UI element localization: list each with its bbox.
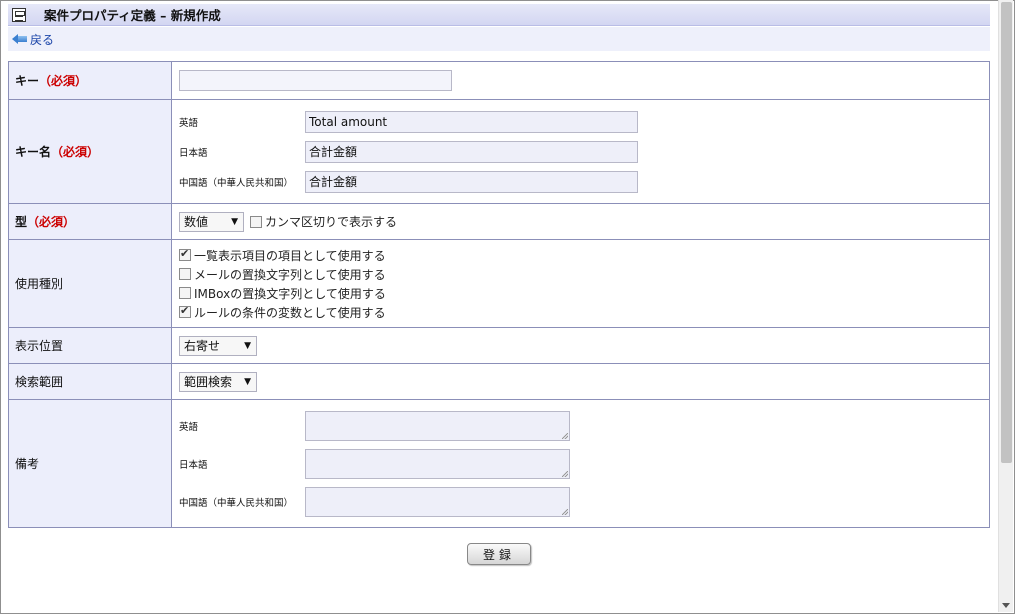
search-cell: 範囲検索 ▼	[171, 363, 990, 400]
position-label: 表示位置	[8, 327, 172, 364]
usage-option-label: ルールの条件の変数として使用する	[194, 305, 386, 320]
search-select-value: 範囲検索	[184, 375, 233, 389]
notes-row-ja: 日本語	[179, 445, 989, 483]
required-mark: （必須）	[39, 74, 88, 88]
position-select[interactable]: 右寄せ ▼	[179, 335, 257, 356]
required-mark: （必須）	[51, 145, 100, 159]
usage-checkbox-imbox[interactable]	[179, 287, 191, 299]
usage-label: 使用種別	[8, 239, 172, 328]
lang-label-en: 英語	[179, 421, 199, 433]
row-usage: 使用種別 一覧表示項目の項目として使用する メールの置換文字列として使用する I…	[8, 239, 990, 328]
row-position: 表示位置 右寄せ ▼	[8, 327, 990, 364]
position-select-value: 右寄せ	[184, 339, 221, 353]
type-label: 型（必須）	[8, 203, 172, 240]
comma-checkbox[interactable]	[250, 215, 262, 228]
scroll-down-arrow-icon[interactable]	[1002, 603, 1010, 608]
key-name-row-ja: 日本語	[179, 137, 989, 167]
toolbar: 戻る	[8, 27, 990, 51]
row-search: 検索範囲 範囲検索 ▼	[8, 363, 990, 400]
key-input[interactable]	[179, 70, 452, 91]
usage-option-label: 一覧表示項目の項目として使用する	[194, 248, 386, 263]
lang-label-en: 英語	[179, 117, 199, 129]
back-link[interactable]: 戻る	[12, 31, 54, 48]
notes-label: 備考	[8, 399, 172, 528]
usage-option-imbox[interactable]: IMBoxの置換文字列として使用する	[179, 284, 989, 303]
key-name-row-en: 英語	[179, 107, 989, 137]
notes-textarea-zh[interactable]	[305, 486, 570, 517]
notes-row-zh: 中国語（中華人民共和国）	[179, 483, 989, 521]
notes-textarea-en[interactable]	[305, 410, 570, 441]
vertical-scrollbar[interactable]	[998, 0, 1013, 612]
key-name-label-text: キー名	[15, 145, 52, 159]
submit-button[interactable]: 登録	[467, 543, 531, 565]
key-label-text: キー	[15, 74, 40, 88]
position-cell: 右寄せ ▼	[171, 327, 990, 364]
row-type: 型（必須） 数値 ▼ カンマ区切りで表示する	[8, 203, 990, 240]
usage-checkbox-list[interactable]	[179, 247, 191, 261]
key-cell	[171, 61, 990, 100]
dropdown-arrow-icon: ▼	[244, 376, 251, 387]
key-name-input-en[interactable]	[305, 110, 638, 133]
lang-label-ja: 日本語	[179, 459, 208, 471]
back-arrow-icon	[12, 34, 27, 44]
usage-cell: 一覧表示項目の項目として使用する メールの置換文字列として使用する IMBoxの…	[171, 239, 990, 328]
search-label: 検索範囲	[8, 363, 172, 400]
usage-option-list[interactable]: 一覧表示項目の項目として使用する	[179, 246, 989, 265]
dropdown-arrow-icon: ▼	[244, 340, 251, 351]
row-key: キー（必須）	[8, 61, 990, 100]
key-name-label: キー名（必須）	[8, 99, 172, 204]
lang-label-ja: 日本語	[179, 147, 208, 159]
back-label: 戻る	[30, 32, 55, 47]
document-icon	[12, 7, 26, 22]
key-name-input-ja[interactable]	[305, 140, 638, 163]
lang-label-zh: 中国語（中華人民共和国）	[179, 177, 294, 189]
lang-label-zh: 中国語（中華人民共和国）	[179, 497, 294, 509]
key-label: キー（必須）	[8, 61, 172, 100]
type-select-value: 数値	[184, 215, 209, 229]
search-select[interactable]: 範囲検索 ▼	[179, 371, 257, 392]
comma-label: カンマ区切りで表示する	[265, 215, 398, 229]
type-controls: 数値 ▼ カンマ区切りで表示する	[179, 211, 989, 232]
scrollbar-thumb[interactable]	[1001, 2, 1012, 463]
notes-textarea-ja[interactable]	[305, 448, 570, 479]
notes-row-en: 英語	[179, 407, 989, 445]
row-notes: 備考 英語 日本語 中国語（中華人民共和国）	[8, 399, 990, 528]
row-key-name: キー名（必須） 英語 日本語 中国語（中華人民共和国）	[8, 99, 990, 204]
usage-checkbox-rule[interactable]	[179, 304, 191, 318]
type-select[interactable]: 数値 ▼	[179, 211, 244, 232]
usage-option-mail[interactable]: メールの置換文字列として使用する	[179, 265, 989, 284]
title-bar: 案件プロパティ定義 – 新規作成	[8, 4, 990, 26]
notes-cell: 英語 日本語 中国語（中華人民共和国）	[171, 399, 990, 528]
usage-option-label: メールの置換文字列として使用する	[194, 267, 386, 282]
key-name-row-zh: 中国語（中華人民共和国）	[179, 167, 989, 197]
dropdown-arrow-icon: ▼	[231, 216, 238, 227]
property-form: キー（必須） キー名（必須） 英語 日本語 中国語（中華人民共和国）	[8, 61, 990, 528]
comma-option[interactable]: カンマ区切りで表示する	[250, 213, 397, 230]
usage-option-label: IMBoxの置換文字列として使用する	[194, 286, 386, 301]
page-title: 案件プロパティ定義 – 新規作成	[44, 8, 221, 23]
type-cell: 数値 ▼ カンマ区切りで表示する	[171, 203, 990, 240]
required-mark: （必須）	[27, 215, 76, 229]
usage-option-rule[interactable]: ルールの条件の変数として使用する	[179, 303, 989, 322]
type-label-text: 型	[15, 215, 28, 229]
usage-checkbox-mail[interactable]	[179, 268, 191, 280]
key-name-input-zh[interactable]	[305, 170, 638, 193]
key-name-cell: 英語 日本語 中国語（中華人民共和国）	[171, 99, 990, 204]
